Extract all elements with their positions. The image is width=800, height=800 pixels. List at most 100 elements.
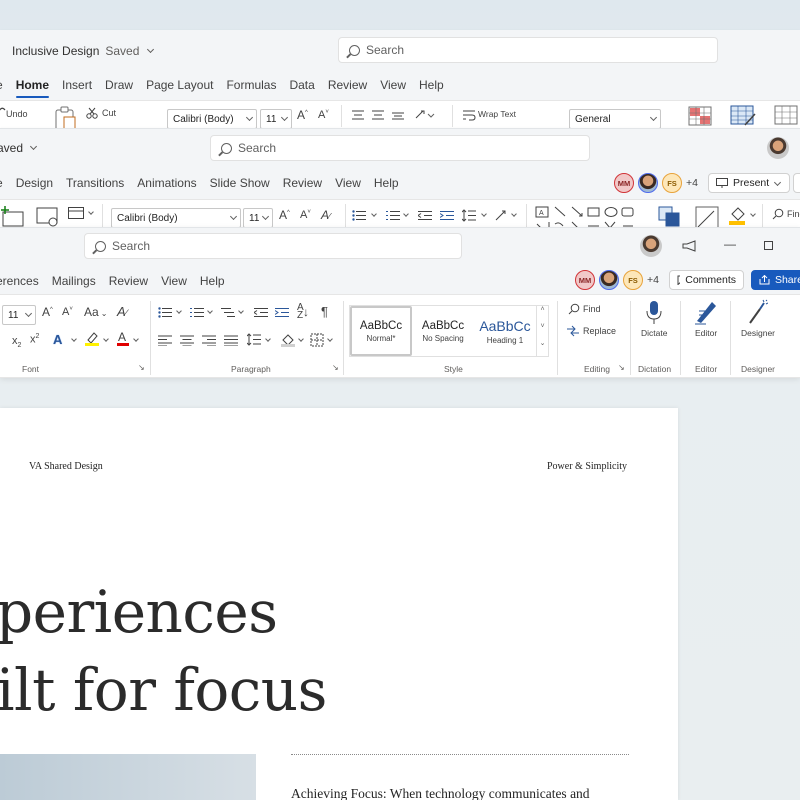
shading-icon[interactable] <box>280 333 296 347</box>
dialog-launcher-icon[interactable]: ↘ <box>618 363 625 372</box>
chevron-down-icon[interactable] <box>750 211 756 217</box>
chevron-down-icon[interactable] <box>88 209 94 215</box>
tab-view[interactable]: View <box>161 274 187 288</box>
cell-styles-icon[interactable] <box>774 105 800 127</box>
wrap-text-icon[interactable] <box>462 109 476 121</box>
align-center-icon[interactable] <box>180 335 194 346</box>
present-dropdown-button[interactable] <box>793 173 800 193</box>
multilevel-list-icon[interactable] <box>221 307 235 318</box>
chevron-down-icon[interactable] <box>238 308 244 314</box>
search-input[interactable]: Search <box>338 37 718 63</box>
scroll-down-icon[interactable]: ˅ <box>537 323 548 340</box>
find-label[interactable]: Find <box>583 304 601 314</box>
styles-scroll[interactable]: ˄ ˅ ⌄ <box>536 306 548 356</box>
change-case-button[interactable]: Aa ⌄ <box>84 305 107 319</box>
grow-font-icon[interactable]: A^ <box>279 208 290 222</box>
line-spacing-icon[interactable] <box>247 333 261 347</box>
font-family-select[interactable]: Calibri (Body) <box>167 109 257 129</box>
document-page[interactable]: VA Shared Design Power & Simplicity peri… <box>0 408 678 800</box>
editor-icon[interactable] <box>694 299 718 325</box>
more-collaborators-count[interactable]: +4 <box>686 177 698 189</box>
cut-icon[interactable] <box>86 107 98 119</box>
chevron-down-icon[interactable] <box>133 336 139 342</box>
layout-icon[interactable] <box>68 207 84 219</box>
replace-label[interactable]: Replace <box>583 326 616 336</box>
share-button[interactable]: Share <box>751 270 800 290</box>
chevron-down-icon[interactable] <box>71 336 77 342</box>
font-size-select[interactable]: 11 <box>2 305 36 325</box>
style-normal[interactable]: AaBbCc Normal* <box>350 306 412 356</box>
user-avatar[interactable] <box>767 137 789 159</box>
more-styles-icon[interactable]: ⌄ <box>537 339 548 356</box>
maximize-button[interactable] <box>764 241 773 250</box>
comments-button[interactable]: Comments <box>669 270 744 290</box>
tab-review[interactable]: Review <box>109 274 148 288</box>
chevron-down-icon[interactable] <box>481 211 487 217</box>
borders-icon[interactable] <box>310 333 324 347</box>
font-color-icon[interactable]: A <box>116 331 130 347</box>
find-icon[interactable] <box>568 303 580 315</box>
sort-arrow-icon[interactable]: ↓ <box>303 305 309 319</box>
user-avatar[interactable] <box>640 235 662 257</box>
designer-button[interactable]: Designer <box>741 328 775 338</box>
tab-review[interactable]: Review <box>283 176 322 190</box>
increase-indent-icon[interactable] <box>275 307 289 318</box>
tab-design[interactable]: Design <box>16 176 53 190</box>
numbering-icon[interactable] <box>386 210 400 221</box>
tab-references[interactable]: erences <box>0 274 39 288</box>
find-icon[interactable] <box>772 208 784 220</box>
search-input[interactable]: Search <box>84 233 462 259</box>
bullets-icon[interactable] <box>352 210 366 221</box>
dictate-button[interactable]: Dictate <box>641 328 667 338</box>
chevron-down-icon[interactable] <box>103 336 109 342</box>
line-spacing-icon[interactable] <box>462 209 476 222</box>
chevron-down-icon[interactable] <box>371 211 377 217</box>
align-right-icon[interactable] <box>202 335 216 346</box>
tab-mailings[interactable]: Mailings <box>52 274 96 288</box>
replace-icon[interactable] <box>566 325 580 337</box>
bullets-icon[interactable] <box>158 307 172 318</box>
text-direction-icon[interactable] <box>494 208 508 222</box>
decrease-indent-icon[interactable] <box>254 307 268 318</box>
align-middle-icon[interactable] <box>372 110 384 120</box>
dialog-launcher-icon[interactable]: ↘ <box>332 363 339 372</box>
font-size-select[interactable]: 11 <box>260 109 292 129</box>
reuse-slides-icon[interactable] <box>36 207 62 229</box>
tab-page-layout[interactable]: Page Layout <box>146 78 213 92</box>
shape-fill-icon[interactable] <box>728 206 748 226</box>
find-label[interactable]: Find <box>787 209 800 219</box>
chevron-down-icon[interactable] <box>327 336 333 342</box>
chevron-down-icon[interactable] <box>207 308 213 314</box>
align-left-icon[interactable] <box>158 335 172 346</box>
search-input[interactable]: Search <box>210 135 590 161</box>
tab-draw[interactable]: Draw <box>105 78 133 92</box>
microphone-icon[interactable] <box>645 300 663 326</box>
orientation-icon[interactable] <box>414 108 436 122</box>
text-effects-icon[interactable]: A <box>53 332 62 347</box>
document-title[interactable]: Inclusive Design Saved <box>12 44 154 58</box>
chevron-down-icon[interactable] <box>176 308 182 314</box>
collaborator-avatar[interactable]: FS <box>623 270 643 290</box>
tab-view[interactable]: View <box>335 176 361 190</box>
collaborator-avatar[interactable] <box>599 270 619 290</box>
align-top-icon[interactable] <box>352 110 364 120</box>
collaborator-avatar[interactable]: MM <box>614 173 634 193</box>
dialog-launcher-icon[interactable]: ↘ <box>138 363 145 372</box>
font-size-select[interactable]: 11 <box>243 208 273 228</box>
style-heading-1[interactable]: AaBbCc Heading 1 <box>474 306 536 356</box>
show-formatting-icon[interactable]: ¶ <box>321 304 328 319</box>
grow-font-icon[interactable]: A^ <box>297 108 308 122</box>
tab-file-partial[interactable]: e <box>0 78 3 92</box>
tab-insert[interactable]: Insert <box>62 78 92 92</box>
designer-icon[interactable] <box>746 299 768 325</box>
tab-data[interactable]: Data <box>289 78 314 92</box>
format-as-table-icon[interactable] <box>730 105 758 127</box>
tab-view[interactable]: View <box>380 78 406 92</box>
collaborator-avatar[interactable] <box>638 173 658 193</box>
document-title[interactable]: aved <box>0 141 38 155</box>
new-slide-icon[interactable] <box>0 206 26 228</box>
collaborator-avatar[interactable]: MM <box>575 270 595 290</box>
grow-font-icon[interactable]: A^ <box>42 305 53 319</box>
tab-review[interactable]: Review <box>328 78 367 92</box>
number-format-select[interactable]: General <box>569 109 661 129</box>
